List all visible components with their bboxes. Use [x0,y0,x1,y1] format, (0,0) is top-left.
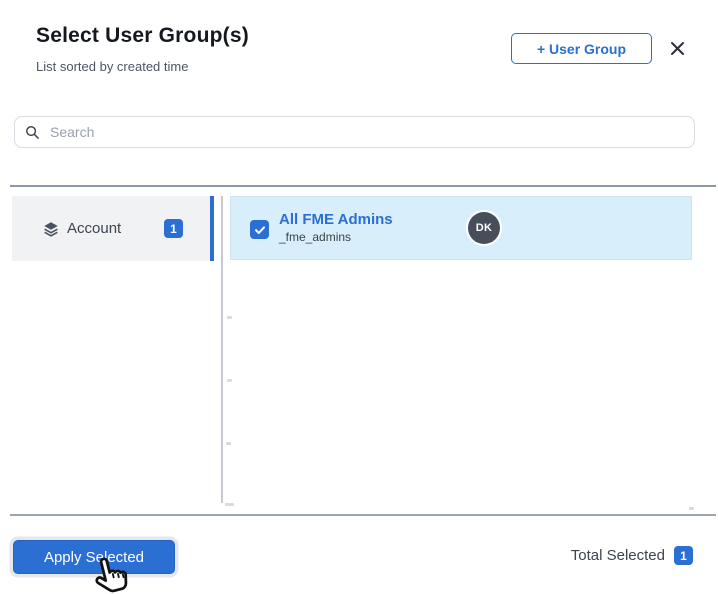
layers-icon [42,220,60,238]
list-placeholder-mark [225,503,234,506]
panel-divider [221,196,223,503]
sidebar-item-label: Account [67,220,122,237]
total-selected-label: Total Selected [570,547,665,564]
total-selected-badge: 1 [674,546,693,565]
close-button[interactable] [666,40,688,62]
add-user-group-button[interactable]: + User Group [511,33,652,64]
header-divider [10,185,716,187]
avatar: DK [468,212,500,244]
apply-selected-button[interactable]: Apply Selected [13,540,175,574]
sidebar-item-account[interactable]: Account 1 [12,196,210,261]
add-user-group-label: + User Group [536,40,627,57]
sidebar-active-indicator [210,196,214,261]
page-title: Select User Group(s) [36,24,249,47]
list-placeholder-mark [227,379,232,382]
search-icon [25,125,40,140]
footer-divider [10,514,716,516]
search-box[interactable] [14,116,695,148]
group-id: _fme_admins [279,230,352,244]
list-placeholder-mark [227,316,232,319]
user-group-row[interactable]: All FME Admins _fme_admins DK [230,196,692,260]
group-name: All FME Admins [279,211,393,228]
apply-selected-label: Apply Selected [43,548,145,566]
select-user-group-dialog: Select User Group(s) List sorted by crea… [0,0,718,594]
group-checkbox[interactable] [250,220,269,239]
close-icon [670,41,685,61]
sort-hint-text: List sorted by created time [36,59,189,74]
list-placeholder-mark [689,507,694,510]
sidebar-count-badge: 1 [164,219,183,238]
total-selected: Total Selected 1 [571,546,693,565]
checkmark-icon [254,224,266,236]
list-placeholder-mark [226,442,231,445]
search-input[interactable] [48,123,684,141]
